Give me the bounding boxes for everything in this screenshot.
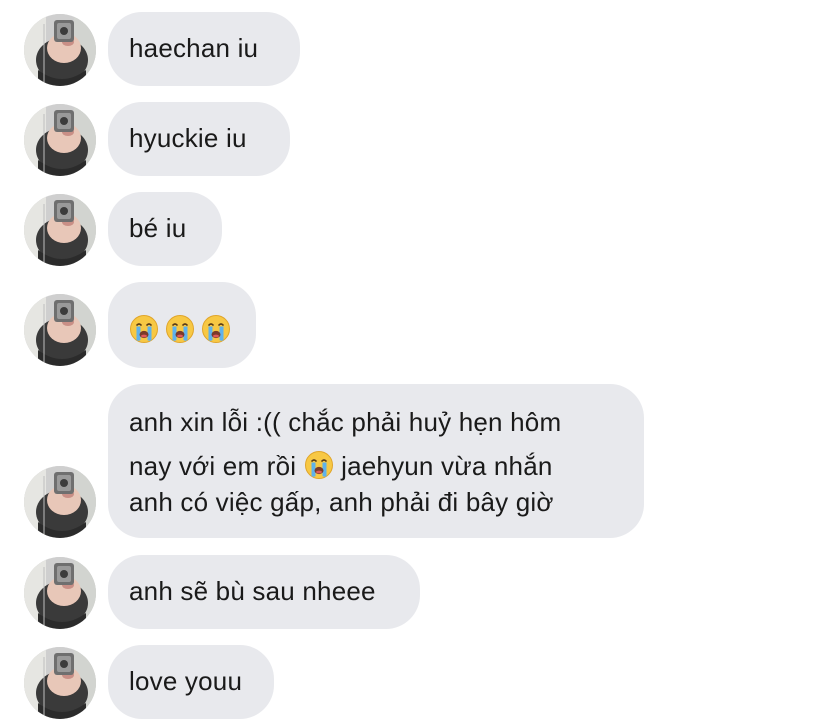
message-text: anh sẽ bù sau nheee xyxy=(129,576,376,606)
message-text: haechan iu xyxy=(129,33,259,63)
emoji-row xyxy=(129,309,256,344)
message-text: love youu xyxy=(129,666,243,696)
avatar[interactable] xyxy=(24,14,96,86)
message-text: bé iu xyxy=(129,213,187,243)
message-bubble[interactable]: anh sẽ bù sau nheee xyxy=(108,555,420,629)
avatar[interactable] xyxy=(24,466,96,538)
loudly-crying-face-icon xyxy=(304,450,334,480)
message-bubble[interactable]: haechan iu xyxy=(108,12,300,86)
message-bubble[interactable]: hyuckie iu xyxy=(108,102,290,176)
message-line: anh xin lỗi :(( chắc phải huỷ hẹn hôm xyxy=(129,407,562,437)
avatar[interactable] xyxy=(24,104,96,176)
loudly-crying-face-icon xyxy=(165,314,195,344)
loudly-crying-face-icon xyxy=(201,314,231,344)
loudly-crying-face-icon xyxy=(129,314,159,344)
avatar[interactable] xyxy=(24,557,96,629)
message-text: nay với em rồi xyxy=(129,451,297,481)
message-text: jaehyun vừa nhắn xyxy=(341,451,553,481)
avatar[interactable] xyxy=(24,194,96,266)
message-bubble[interactable]: love youu xyxy=(108,645,274,719)
message-bubble[interactable]: bé iu xyxy=(108,192,222,266)
message-text: hyuckie iu xyxy=(129,123,247,153)
avatar[interactable] xyxy=(24,647,96,719)
message-line: nay với em rồi jaehyun vừa nhắn xyxy=(129,446,614,486)
message-bubble[interactable] xyxy=(108,282,256,368)
message-bubble[interactable]: anh xin lỗi :(( chắc phải huỷ hẹn hôm na… xyxy=(108,384,644,538)
avatar[interactable] xyxy=(24,294,96,366)
message-line: anh có việc gấp, anh phải đi bây giờ xyxy=(129,487,554,517)
